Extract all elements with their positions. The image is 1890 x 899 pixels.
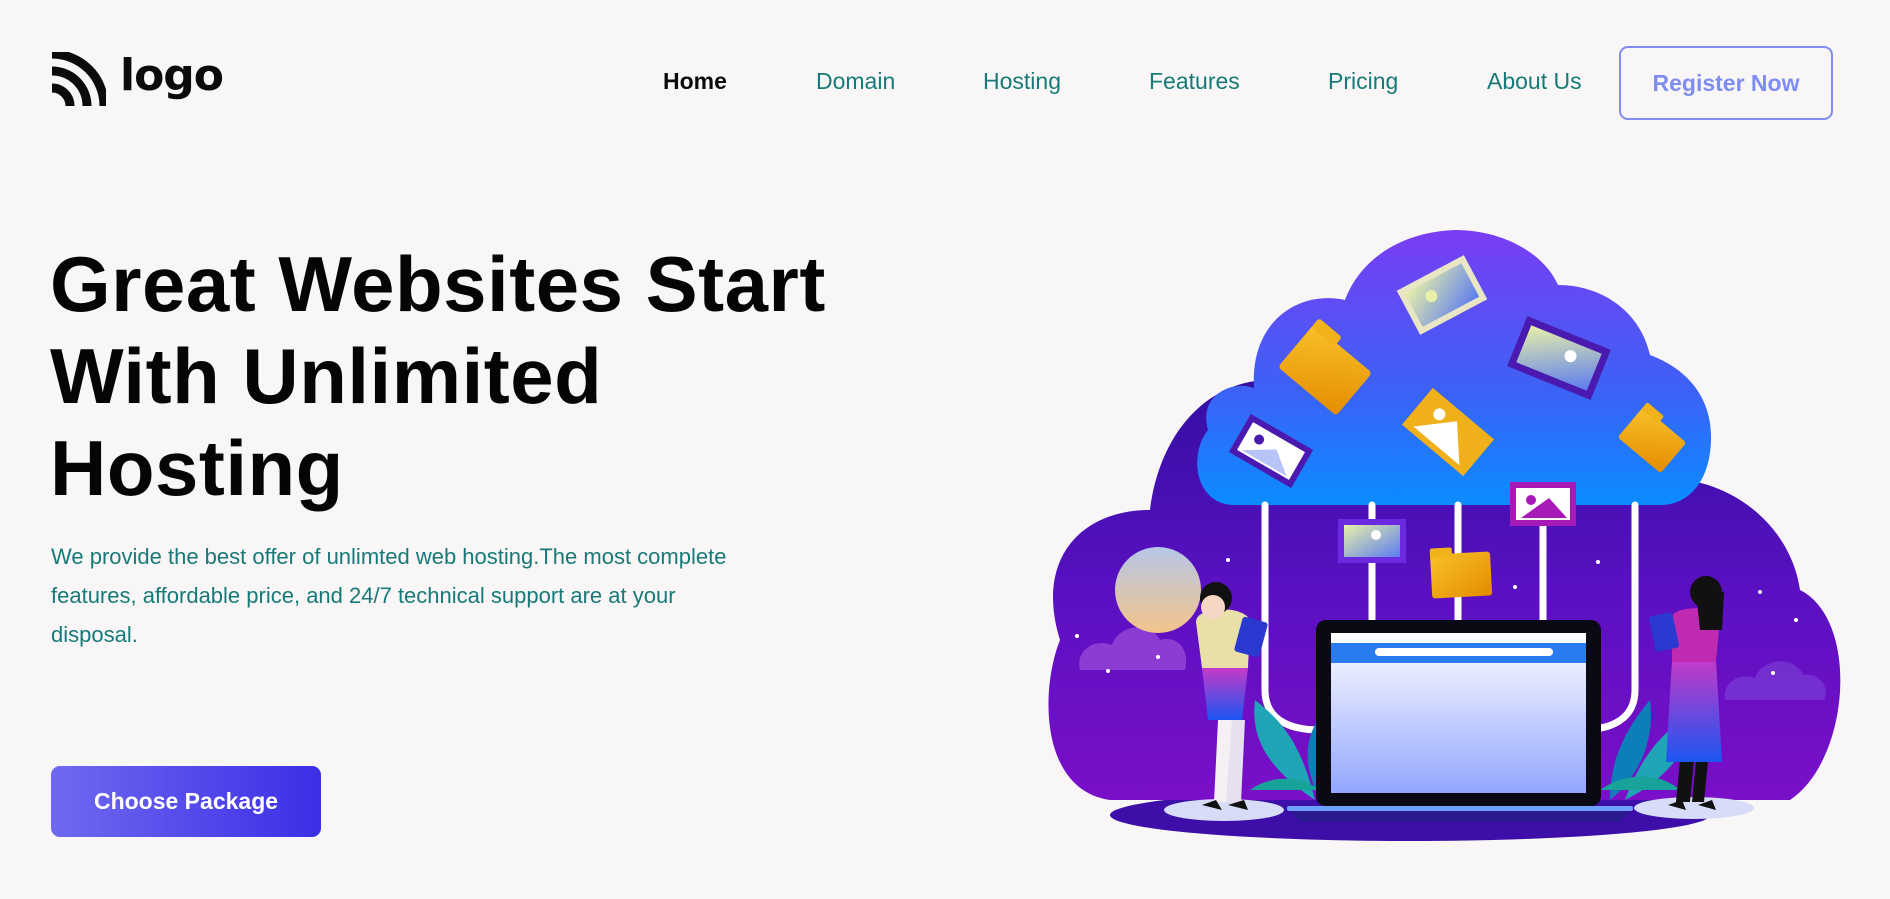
moon (1115, 547, 1201, 633)
hero-description: We provide the best offer of unlimted we… (51, 544, 727, 647)
hero-title-line-3: Hosting (50, 424, 344, 512)
landing-page: logo Home Domain Hosting Features Pricin… (0, 0, 1890, 899)
nav-pricing[interactable]: Pricing (1328, 68, 1398, 95)
choose-package-button[interactable]: Choose Package (51, 766, 321, 837)
signal-arcs-icon (51, 52, 106, 107)
register-now-button[interactable]: Register Now (1619, 46, 1833, 120)
nav-about-us[interactable]: About Us (1487, 68, 1582, 95)
hero-title: Great Websites Start With Unlimited Host… (50, 238, 910, 514)
nav-home[interactable]: Home (663, 68, 727, 95)
cloud-hosting-illustration (1048, 230, 1841, 841)
nav-domain[interactable]: Domain (816, 68, 895, 95)
nav-features[interactable]: Features (1149, 68, 1240, 95)
logo[interactable]: logo (50, 50, 224, 108)
nav-hosting[interactable]: Hosting (983, 68, 1061, 95)
logo-text: logo (120, 50, 224, 101)
laptop (1287, 620, 1633, 822)
platform-left (1164, 799, 1284, 821)
hero-title-line-1: Great Websites Start (50, 240, 826, 328)
hero-title-line-2: With Unlimited (50, 332, 603, 420)
